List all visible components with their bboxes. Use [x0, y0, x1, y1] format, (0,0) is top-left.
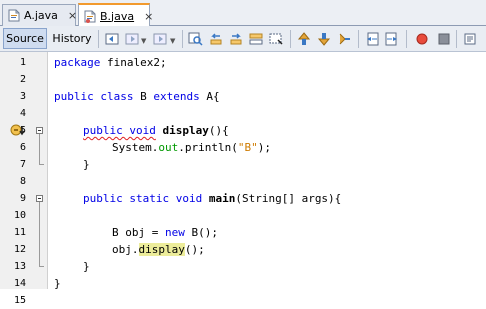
tab-label: A.java: [24, 9, 58, 22]
code-text: package finalex2;: [54, 56, 167, 69]
find-icon[interactable]: [152, 31, 168, 47]
code-line: 5 public void display(){: [0, 122, 486, 139]
code-text: B obj = new B();: [112, 226, 218, 239]
toggle-bookmark-icon[interactable]: [336, 31, 352, 47]
code-line: 8: [0, 173, 486, 190]
toolbar-separator: [358, 30, 359, 48]
code-line: 4: [0, 105, 486, 122]
code-text: public class B extends A{: [54, 90, 220, 103]
code-line: 1 package finalex2;: [0, 54, 486, 71]
prev-bookmark-icon[interactable]: [296, 31, 312, 47]
code-text: System.out.println("B");: [112, 141, 271, 154]
code-line: 13 }: [0, 258, 486, 275]
toggle-rect-select-icon[interactable]: [248, 31, 264, 47]
code-editor[interactable]: 1 package finalex2; 2 3 public class B e…: [0, 52, 486, 306]
code-line: 15: [0, 292, 486, 309]
line-number: 11: [13, 227, 26, 238]
chevron-down-icon[interactable]: ▼: [170, 37, 175, 45]
java-file-icon: [84, 10, 96, 23]
toolbar-separator: [290, 30, 291, 48]
code-line: 2: [0, 71, 486, 88]
code-text: public static void main(String[] args){: [83, 192, 342, 205]
line-number: 13: [13, 261, 26, 272]
back-icon[interactable]: [104, 31, 120, 47]
stop-macro-icon[interactable]: [436, 31, 452, 47]
start-macro-icon[interactable]: [414, 31, 430, 47]
code-text: public void display(){: [83, 124, 229, 137]
line-number: 1: [19, 57, 26, 68]
history-button[interactable]: History: [50, 28, 94, 49]
override-icon[interactable]: [10, 123, 26, 137]
line-number: 10: [13, 210, 26, 221]
editor-toolbar: Source History ▼ ▼: [0, 26, 486, 52]
code-line: 11 B obj = new B();: [0, 224, 486, 241]
find-prev-icon[interactable]: [188, 31, 204, 47]
toolbar-separator: [182, 30, 183, 48]
code-text: }: [83, 260, 90, 273]
code-line: 6 System.out.println("B");: [0, 139, 486, 156]
line-number: 15: [13, 295, 26, 306]
line-number: 2: [19, 74, 26, 85]
toggle-highlight-icon[interactable]: [228, 31, 244, 47]
close-icon[interactable]: ×: [144, 10, 153, 23]
code-line: 10: [0, 207, 486, 224]
toolbar-separator: [98, 30, 99, 48]
tab-a-java[interactable]: A.java ×: [2, 4, 77, 26]
fold-guide-end: [39, 266, 44, 267]
line-number: 14: [13, 278, 26, 289]
toggle-comment-icon[interactable]: [268, 31, 284, 47]
code-line: 9 public static void main(String[] args)…: [0, 190, 486, 207]
code-line: 7 }: [0, 156, 486, 173]
chevron-down-icon[interactable]: ▼: [141, 37, 146, 45]
code-line: 3 public class B extends A{: [0, 88, 486, 105]
line-number: 3: [19, 91, 26, 102]
toggle-comment-lines-icon[interactable]: [462, 31, 478, 47]
toolbar-separator: [406, 30, 407, 48]
next-bookmark-icon[interactable]: [316, 31, 332, 47]
tab-label: B.java: [100, 9, 135, 23]
java-file-icon: [8, 9, 20, 22]
fold-guide: [39, 134, 40, 164]
tab-b-java[interactable]: B.java ×: [78, 3, 153, 27]
code-text: }: [54, 277, 61, 290]
shift-left-icon[interactable]: [364, 31, 380, 47]
line-number: 12: [13, 244, 26, 255]
toolbar-separator: [456, 30, 457, 48]
line-number: 9: [19, 193, 26, 204]
line-number: 6: [19, 142, 26, 153]
source-button[interactable]: Source: [3, 28, 47, 49]
fold-guide: [39, 202, 40, 266]
code-text: }: [83, 158, 90, 171]
find-next-icon[interactable]: [208, 31, 224, 47]
fold-guide-end: [39, 164, 44, 165]
editor-tab-bar: A.java × B.java ×: [0, 0, 486, 27]
line-number: 7: [19, 159, 26, 170]
shift-right-icon[interactable]: [384, 31, 400, 47]
code-line: 14 }: [0, 275, 486, 292]
line-number: 8: [19, 176, 26, 187]
fold-toggle[interactable]: [36, 195, 43, 202]
close-icon[interactable]: ×: [68, 9, 77, 22]
code-line: 12 obj.display();: [0, 241, 486, 258]
fold-toggle[interactable]: [36, 127, 43, 134]
line-number: 4: [19, 108, 26, 119]
forward-icon[interactable]: [124, 31, 140, 47]
code-text: obj.display();: [112, 243, 205, 256]
